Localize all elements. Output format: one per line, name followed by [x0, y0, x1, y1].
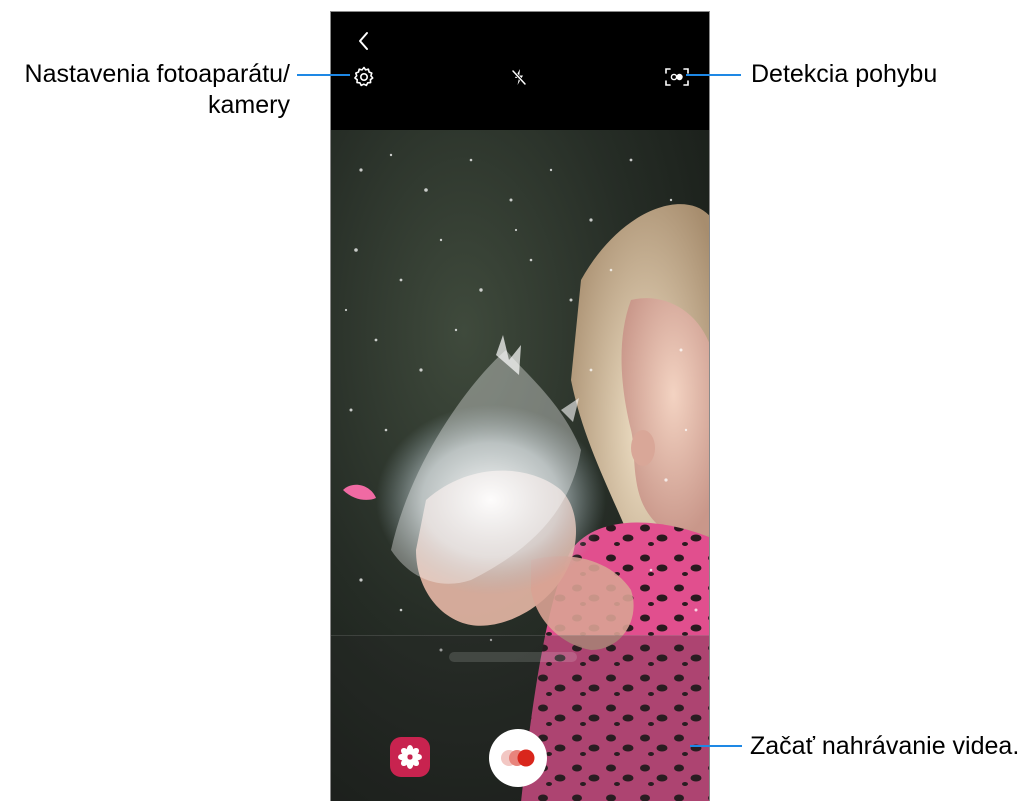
camera-viewfinder[interactable] [331, 130, 709, 801]
camera-screen [330, 11, 710, 801]
record-button[interactable] [489, 729, 547, 787]
motion-detect-icon [665, 68, 689, 86]
gallery-button[interactable] [390, 737, 430, 777]
motion-callout-line [686, 74, 741, 76]
gear-icon [354, 66, 374, 87]
flash-toggle-button[interactable] [507, 65, 531, 89]
settings-callout-line [297, 74, 350, 76]
camera-top-bar [331, 12, 709, 130]
flash-off-icon [511, 69, 527, 86]
record-callout-line [690, 745, 742, 747]
record-dots-icon [501, 749, 535, 767]
back-button[interactable] [351, 28, 377, 54]
settings-callout-line2: kamery [208, 91, 290, 119]
mode-indicator [449, 652, 577, 662]
motion-detection-button[interactable] [664, 66, 690, 88]
chevron-left-icon [359, 32, 368, 50]
settings-callout-line1: Nastavenia fotoaparátu/ [24, 60, 290, 88]
camera-settings-button[interactable] [352, 65, 376, 89]
motion-callout-label: Detekcia pohybu [751, 60, 938, 88]
settings-callout-label: Nastavenia fotoaparátu/ kamery [25, 59, 290, 121]
record-callout-label: Začať nahrávanie videa. [750, 732, 1020, 760]
flower-icon [398, 745, 422, 769]
